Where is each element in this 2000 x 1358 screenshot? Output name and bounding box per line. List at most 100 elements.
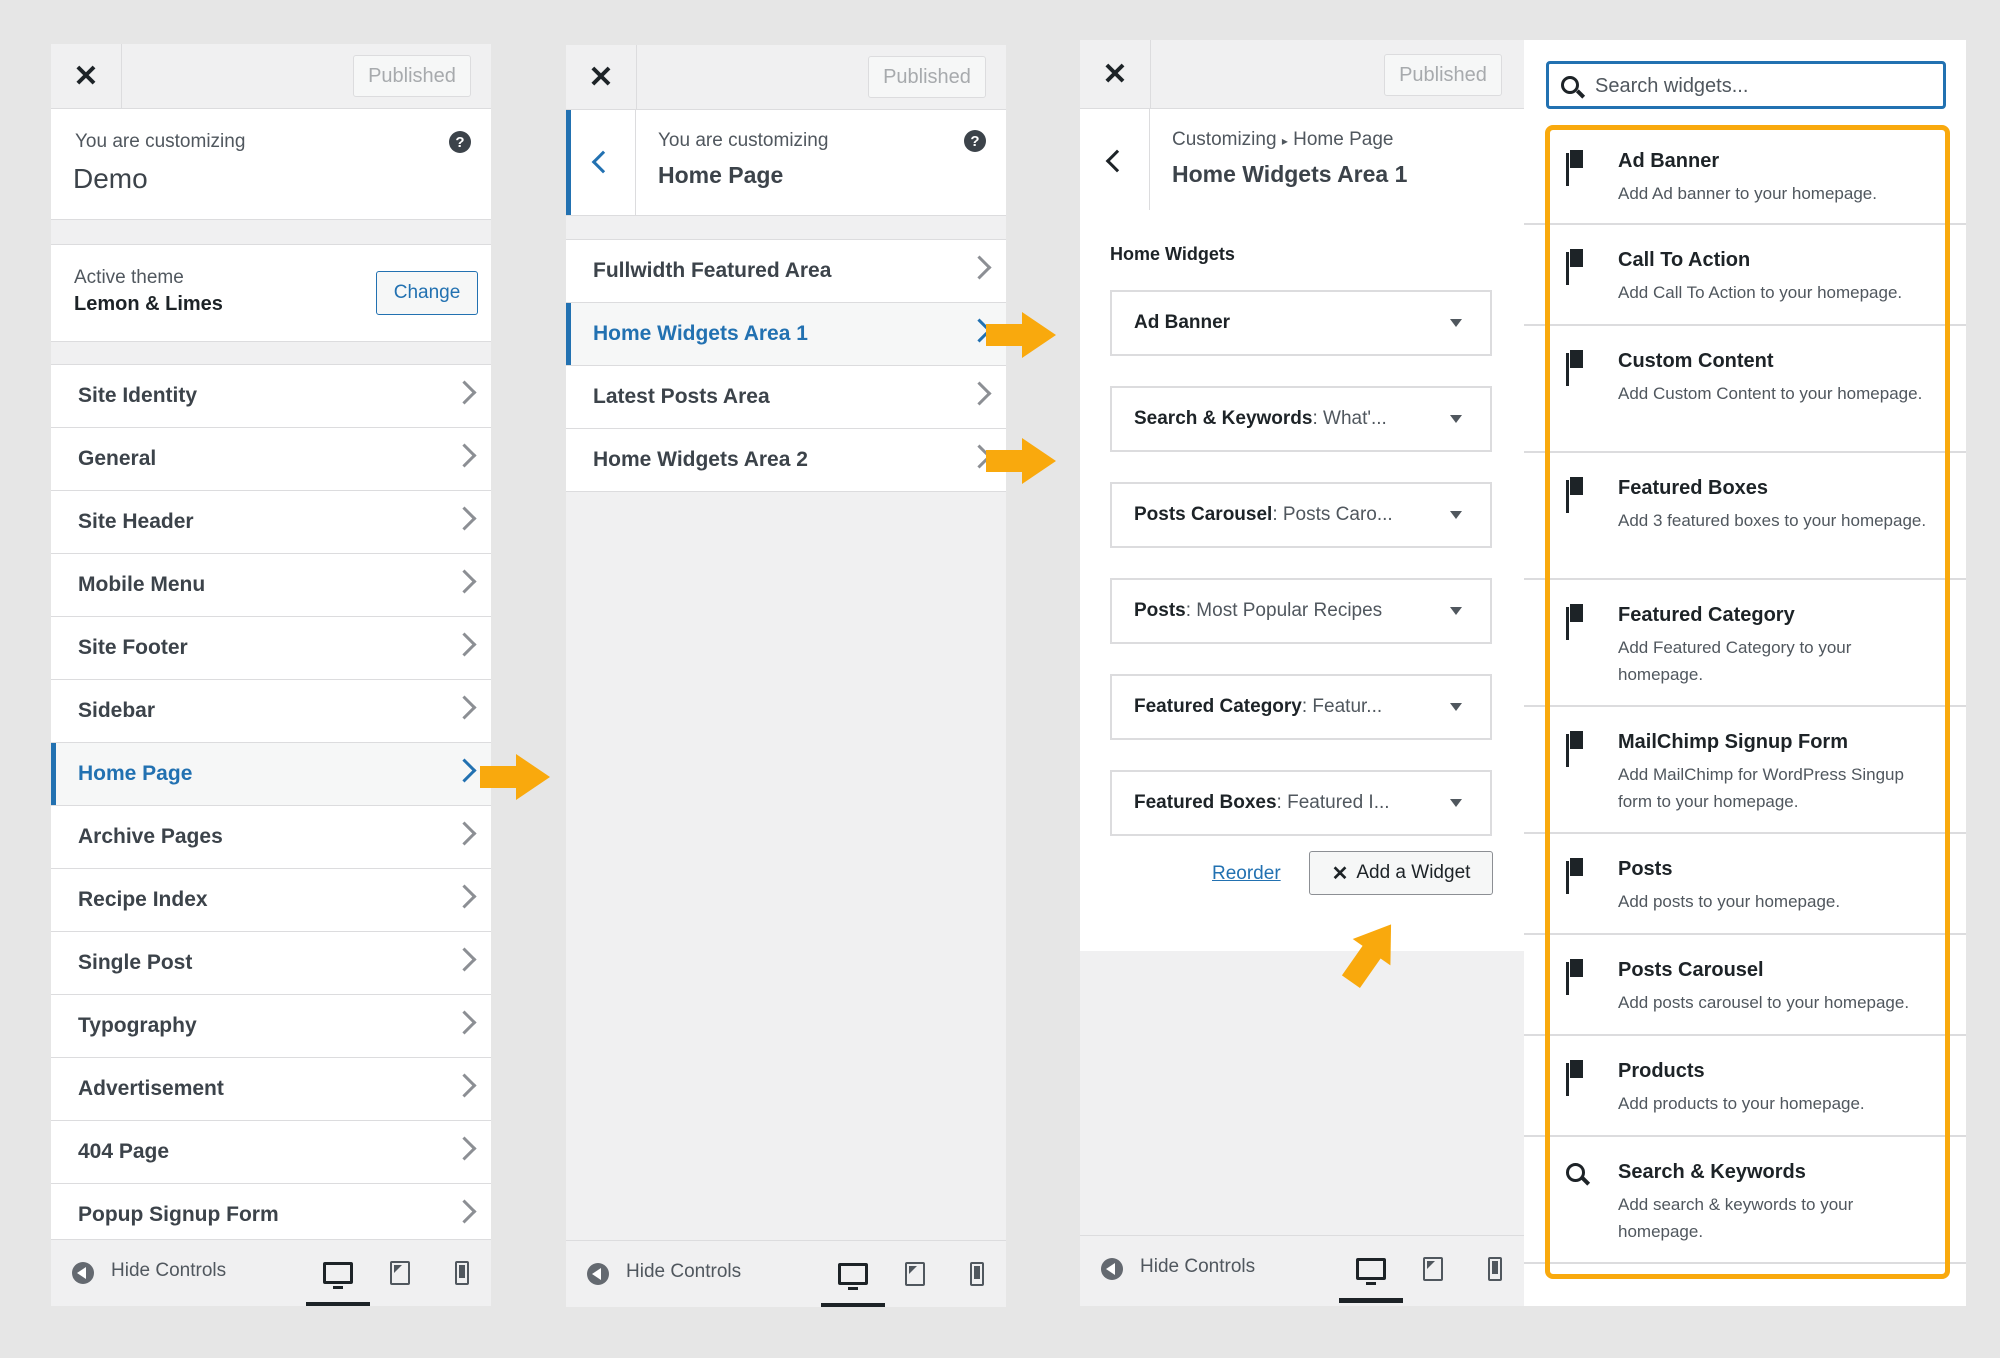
published-button[interactable]: Published	[1384, 54, 1502, 96]
section-404-page[interactable]: 404 Page	[51, 1121, 491, 1184]
desktop-icon	[1356, 1258, 1386, 1285]
widget-description: Add posts to your homepage.	[1618, 892, 1841, 911]
customizer-topbar: ✕ Published	[566, 45, 1006, 110]
caret-down-icon[interactable]	[1450, 799, 1462, 807]
section-mobile-menu[interactable]: Mobile Menu	[51, 554, 491, 617]
widget-posts[interactable]: Posts: Most Popular Recipes	[1110, 578, 1492, 644]
customizer-panel-home-page: ✕ Published You are customizing ? Home P…	[566, 45, 1006, 1307]
caret-down-icon[interactable]	[1450, 511, 1462, 519]
collapse-icon[interactable]	[587, 1263, 609, 1285]
widget-featured-boxes[interactable]: Featured Boxes: Featured I...	[1110, 770, 1492, 836]
caret-down-icon[interactable]	[1450, 703, 1462, 711]
caret-down-icon[interactable]	[1450, 415, 1462, 423]
mobile-icon	[455, 1261, 469, 1285]
chevron-right-icon	[452, 632, 477, 657]
section-advertisement[interactable]: Advertisement	[51, 1058, 491, 1121]
site-name: Demo	[73, 163, 148, 194]
widget-ad-banner[interactable]: Ad Banner	[1110, 290, 1492, 356]
desktop-preview-button[interactable]	[306, 1258, 370, 1306]
available-widget-posts[interactable]: Posts Add posts to your homepage.	[1524, 834, 1966, 935]
section-header: You are customizing ? Home Page	[566, 110, 1006, 216]
tablet-preview-button[interactable]	[900, 1259, 930, 1289]
section-general[interactable]: General	[51, 428, 491, 491]
section-recipe-index[interactable]: Recipe Index	[51, 869, 491, 932]
copy-icon	[1566, 150, 1583, 171]
section-typography[interactable]: Typography	[51, 995, 491, 1058]
collapse-icon[interactable]	[72, 1262, 94, 1284]
caret-down-icon[interactable]	[1450, 607, 1462, 615]
section-site-identity[interactable]: Site Identity	[51, 365, 491, 428]
back-button[interactable]	[1080, 109, 1150, 214]
hide-controls-button[interactable]: Hide Controls	[111, 1260, 226, 1282]
section-home-widgets-area-1[interactable]: Home Widgets Area 1	[566, 303, 1006, 366]
customizer-topbar: ✕ Published	[1080, 40, 1524, 109]
section-label: Recipe Index	[78, 888, 208, 911]
change-theme-button[interactable]: Change	[376, 271, 478, 315]
desktop-preview-button[interactable]	[1339, 1254, 1403, 1303]
close-icon[interactable]: ✕	[566, 45, 637, 109]
widget-title: Posts Carousel	[1618, 959, 1764, 981]
available-widget-posts-carousel[interactable]: Posts Carousel Add posts carousel to you…	[1524, 935, 1966, 1036]
chevron-right-icon	[452, 1199, 477, 1224]
search-widgets-input[interactable]	[1593, 70, 1927, 102]
published-button[interactable]: Published	[868, 56, 986, 98]
reorder-link[interactable]: Reorder	[1212, 863, 1281, 885]
section-home-page[interactable]: Home Page	[51, 743, 491, 806]
mobile-preview-button[interactable]	[962, 1259, 992, 1289]
arrow-right-icon	[986, 312, 1056, 358]
mobile-preview-button[interactable]	[447, 1258, 477, 1288]
section-home-widgets-area-2[interactable]: Home Widgets Area 2	[566, 429, 1006, 492]
help-icon[interactable]: ?	[449, 131, 471, 153]
section-site-footer[interactable]: Site Footer	[51, 617, 491, 680]
desktop-preview-button[interactable]	[821, 1259, 885, 1307]
section-sidebar[interactable]: Sidebar	[51, 680, 491, 743]
close-icon[interactable]: ✕	[1080, 40, 1151, 108]
section-fullwidth-featured-area[interactable]: Fullwidth Featured Area	[566, 240, 1006, 303]
widgets-area-title: Home Widgets	[1110, 244, 1235, 264]
available-widget-ad-banner[interactable]: Ad Banner Add Ad banner to your homepage…	[1524, 124, 1966, 225]
widget-title: Products	[1618, 1060, 1705, 1082]
chevron-right-icon	[452, 569, 477, 594]
available-widget-featured-boxes[interactable]: Featured Boxes Add 3 featured boxes to y…	[1524, 453, 1966, 580]
section-label: Sidebar	[78, 699, 156, 722]
available-widget-mailchimp-signup-form[interactable]: MailChimp Signup Form Add MailChimp for …	[1524, 707, 1966, 834]
tablet-preview-button[interactable]	[385, 1258, 415, 1288]
widget-featured-category[interactable]: Featured Category: Featur...	[1110, 674, 1492, 740]
available-widget-search-keywords[interactable]: Search & Keywords Add search & keywords …	[1524, 1137, 1966, 1264]
section-latest-posts-area[interactable]: Latest Posts Area	[566, 366, 1006, 429]
mobile-preview-button[interactable]	[1480, 1254, 1510, 1284]
chevron-right-icon	[967, 255, 992, 280]
widget-description: Add MailChimp for WordPress Singup form …	[1618, 765, 1904, 811]
help-icon[interactable]: ?	[964, 130, 986, 152]
section-popup-signup-form[interactable]: Popup Signup Form	[51, 1184, 491, 1247]
add-widget-button[interactable]: ✕ Add a Widget	[1309, 851, 1493, 895]
chevron-right-icon	[452, 947, 477, 972]
widget-description: Add posts carousel to your homepage.	[1618, 993, 1910, 1012]
tablet-preview-button[interactable]	[1418, 1254, 1448, 1284]
caret-down-icon[interactable]	[1450, 319, 1462, 327]
section-archive-pages[interactable]: Archive Pages	[51, 806, 491, 869]
copy-icon	[1566, 858, 1583, 879]
widget-posts-carousel[interactable]: Posts Carousel: Posts Caro...	[1110, 482, 1492, 548]
collapse-icon[interactable]	[1101, 1258, 1123, 1280]
section-site-header[interactable]: Site Header	[51, 491, 491, 554]
widget-label: Posts: Most Popular Recipes	[1134, 600, 1383, 621]
back-button[interactable]	[566, 110, 636, 215]
section-single-post[interactable]: Single Post	[51, 932, 491, 995]
available-widget-featured-category[interactable]: Featured Category Add Featured Category …	[1524, 580, 1966, 707]
widget-description: Add Call To Action to your homepage.	[1618, 283, 1903, 302]
widget-description: Add 3 featured boxes to your homepage.	[1618, 511, 1927, 530]
chevron-right-icon	[967, 381, 992, 406]
hide-controls-button[interactable]: Hide Controls	[626, 1261, 741, 1283]
available-widget-call-to-action[interactable]: Call To Action Add Call To Action to you…	[1524, 225, 1966, 326]
close-icon[interactable]: ✕	[51, 44, 122, 108]
hide-controls-button[interactable]: Hide Controls	[1140, 1256, 1255, 1278]
widget-search-keywords[interactable]: Search & Keywords: What'...	[1110, 386, 1492, 452]
available-widget-custom-content[interactable]: Custom Content Add Custom Content to you…	[1524, 326, 1966, 453]
available-widget-products[interactable]: Products Add products to your homepage.	[1524, 1036, 1966, 1137]
section-label: Archive Pages	[78, 825, 223, 848]
mobile-icon	[970, 1262, 984, 1286]
section-label: Home Widgets Area 2	[593, 448, 808, 471]
home-page-sections: Fullwidth Featured Area Home Widgets Are…	[566, 239, 1006, 492]
published-button[interactable]: Published	[353, 55, 471, 97]
